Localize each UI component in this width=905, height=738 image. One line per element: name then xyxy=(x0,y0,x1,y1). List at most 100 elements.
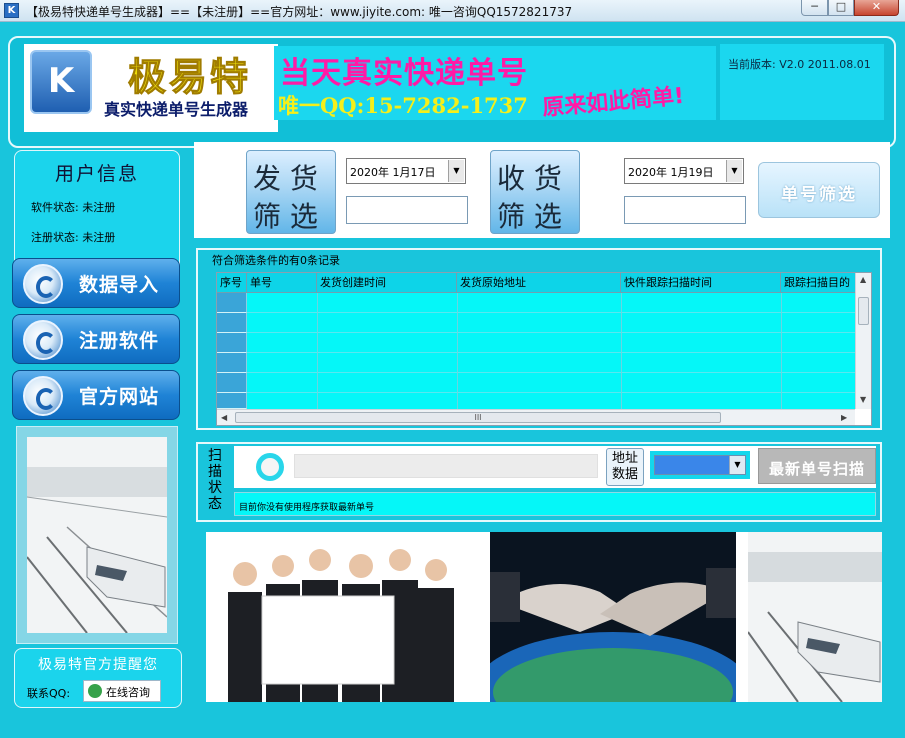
version-panel: 当前版本: V2.0 2011.08.01 xyxy=(720,44,884,120)
latest-scan-label: 最新单号扫描 xyxy=(768,460,865,478)
handshake-photo xyxy=(490,532,736,702)
brand-name: 极易特 xyxy=(127,54,252,100)
k-logo-icon: K xyxy=(30,50,92,114)
row-divider xyxy=(247,352,855,353)
scan-progress-bar xyxy=(294,454,598,478)
refresh-arrow-icon xyxy=(23,264,63,304)
train-photo-frame xyxy=(16,426,178,644)
scroll-down-icon[interactable]: ▼ xyxy=(860,395,866,404)
row-divider xyxy=(247,372,855,373)
table-row[interactable] xyxy=(217,373,247,393)
status-bar: 目前你没有使用程序获取最新单号 xyxy=(234,492,876,516)
chat-icon xyxy=(88,684,102,698)
slogan-side: 原来如此简单! xyxy=(541,83,686,122)
data-import-button[interactable]: 数据导入 xyxy=(12,258,180,308)
logo-panel: K 极易特 真实快递单号生成器 xyxy=(24,44,278,132)
scroll-thumb[interactable] xyxy=(858,297,869,325)
online-consult-label: 在线咨询 xyxy=(106,686,150,699)
user-info-panel: 用户信息 软件状态: 未注册 注册状态: 未注册 xyxy=(14,150,180,274)
close-button[interactable]: ✕ xyxy=(854,0,899,16)
ship-filter-button[interactable]: 发 货 筛 选 xyxy=(246,150,336,234)
reminder-panel: 极易特官方提醒您 联系QQ: 在线咨询 xyxy=(14,648,182,708)
receive-date-picker[interactable]: 2020年 1月19日 ▼ xyxy=(624,158,744,184)
address-select-frame: ▼ xyxy=(650,451,750,479)
scan-status-label: 扫描状态 xyxy=(208,448,222,512)
table-row[interactable] xyxy=(217,293,247,313)
column-divider xyxy=(621,293,622,409)
results-table[interactable]: 序号 单号 发货创建时间 发货原始地址 快件跟踪扫描时间 跟踪扫描目的 ▲ ▼ … xyxy=(216,272,872,426)
number-filter-button[interactable]: 单号筛选 xyxy=(758,162,880,218)
ship-filter-top: 发 货 xyxy=(253,162,318,195)
slogan-panel: 当天真实快递单号 唯一QQ:15-7282-1737 原来如此简单! xyxy=(274,46,716,122)
table-row[interactable] xyxy=(217,393,247,409)
receive-filter-button[interactable]: 收 货 筛 选 xyxy=(490,150,580,234)
vertical-scrollbar[interactable]: ▲ ▼ xyxy=(855,273,871,409)
train-photo-2 xyxy=(748,532,882,702)
column-divider xyxy=(781,293,782,409)
online-consult-button[interactable]: 在线咨询 xyxy=(83,680,161,702)
column-header[interactable]: 发货创建时间 xyxy=(317,273,457,293)
refresh-arrow-icon xyxy=(23,376,63,416)
results-caption: 符合筛选条件的有0条记录 xyxy=(212,254,340,267)
header-banner: K 极易特 真实快递单号生成器 当天真实快递单号 唯一QQ:15-7282-17… xyxy=(8,36,896,148)
main-frame: K 极易特 真实快递单号生成器 当天真实快递单号 唯一QQ:15-7282-17… xyxy=(0,22,905,738)
minimize-button[interactable]: ─ xyxy=(801,0,828,16)
latest-scan-button[interactable]: 最新单号扫描 xyxy=(758,448,876,484)
scan-controls: 地址数据 ▼ 最新单号扫描 xyxy=(234,446,876,488)
receive-filter-top: 收 货 xyxy=(497,162,562,195)
column-divider xyxy=(317,293,318,409)
receive-date-value: 2020年 1月19日 xyxy=(628,166,714,179)
row-divider xyxy=(247,312,855,313)
register-status: 注册状态: 未注册 xyxy=(31,231,116,244)
chevron-down-icon[interactable]: ▼ xyxy=(448,160,464,182)
row-divider xyxy=(247,392,855,393)
ship-date-picker[interactable]: 2020年 1月17日 ▼ xyxy=(346,158,466,184)
official-site-label: 官方网站 xyxy=(79,386,160,408)
contact-qq-label: 联系QQ: xyxy=(27,687,71,700)
number-filter-label: 单号筛选 xyxy=(781,185,857,205)
brand-subtitle: 真实快递单号生成器 xyxy=(104,100,249,119)
column-header[interactable]: 跟踪扫描目的 xyxy=(781,273,855,293)
chevron-down-icon[interactable]: ▼ xyxy=(729,456,745,474)
scroll-up-icon[interactable]: ▲ xyxy=(860,275,866,284)
scroll-left-icon[interactable]: ◀ xyxy=(221,413,227,422)
table-header: 序号 单号 发货创建时间 发货原始地址 快件跟踪扫描时间 跟踪扫描目的 xyxy=(217,273,855,293)
data-import-label: 数据导入 xyxy=(79,274,160,296)
receive-filter-input[interactable] xyxy=(624,196,746,224)
scroll-right-icon[interactable]: ▶ xyxy=(841,413,847,422)
official-site-button[interactable]: 官方网站 xyxy=(12,370,180,420)
column-header[interactable]: 快件跟踪扫描时间 xyxy=(621,273,781,293)
column-header[interactable]: 序号 xyxy=(217,273,247,293)
column-header[interactable]: 单号 xyxy=(247,273,317,293)
window-title: 【极易特快递单号生成器】==【未注册】==官方网址：www.jiyite.com… xyxy=(26,5,573,19)
reminder-title: 极易特官方提醒您 xyxy=(38,657,158,673)
filter-panel: 发 货 筛 选 2020年 1月17日 ▼ 收 货 筛 选 2020年 1月19… xyxy=(194,142,890,238)
ship-filter-bottom: 筛 选 xyxy=(253,200,318,233)
train-photo xyxy=(26,437,168,634)
user-info-title: 用户信息 xyxy=(54,163,139,185)
refresh-arrow-icon xyxy=(23,320,63,360)
register-software-button[interactable]: 注册软件 xyxy=(12,314,180,364)
scroll-thumb[interactable]: III xyxy=(235,412,721,423)
results-panel: 符合筛选条件的有0条记录 序号 单号 发货创建时间 发货原始地址 快件跟踪扫描时… xyxy=(196,248,882,430)
maximize-button[interactable]: □ xyxy=(828,0,854,16)
column-divider xyxy=(457,293,458,409)
scan-panel: 扫描状态 地址数据 ▼ 最新单号扫描 目前你没有使用程序获取最新单号 xyxy=(196,442,882,522)
table-row[interactable] xyxy=(217,353,247,373)
column-header[interactable]: 发货原始地址 xyxy=(457,273,621,293)
ship-filter-input[interactable] xyxy=(346,196,468,224)
slogan-main: 当天真实快递单号 xyxy=(280,56,528,91)
title-bar: K 【极易特快递单号生成器】==【未注册】==官方网址：www.jiyite.c… xyxy=(0,0,905,22)
chevron-down-icon[interactable]: ▼ xyxy=(726,160,742,182)
ad-photos xyxy=(206,532,882,702)
address-select[interactable]: ▼ xyxy=(654,455,746,475)
table-row[interactable] xyxy=(217,313,247,333)
table-row[interactable] xyxy=(217,333,247,353)
ship-date-value: 2020年 1月17日 xyxy=(350,166,436,179)
table-body xyxy=(217,293,855,409)
receive-filter-bottom: 筛 选 xyxy=(497,200,562,233)
address-data-button[interactable]: 地址数据 xyxy=(606,448,644,486)
row-divider xyxy=(247,332,855,333)
status-text: 目前你没有使用程序获取最新单号 xyxy=(239,503,375,513)
horizontal-scrollbar[interactable]: ◀ III ▶ xyxy=(217,409,855,425)
